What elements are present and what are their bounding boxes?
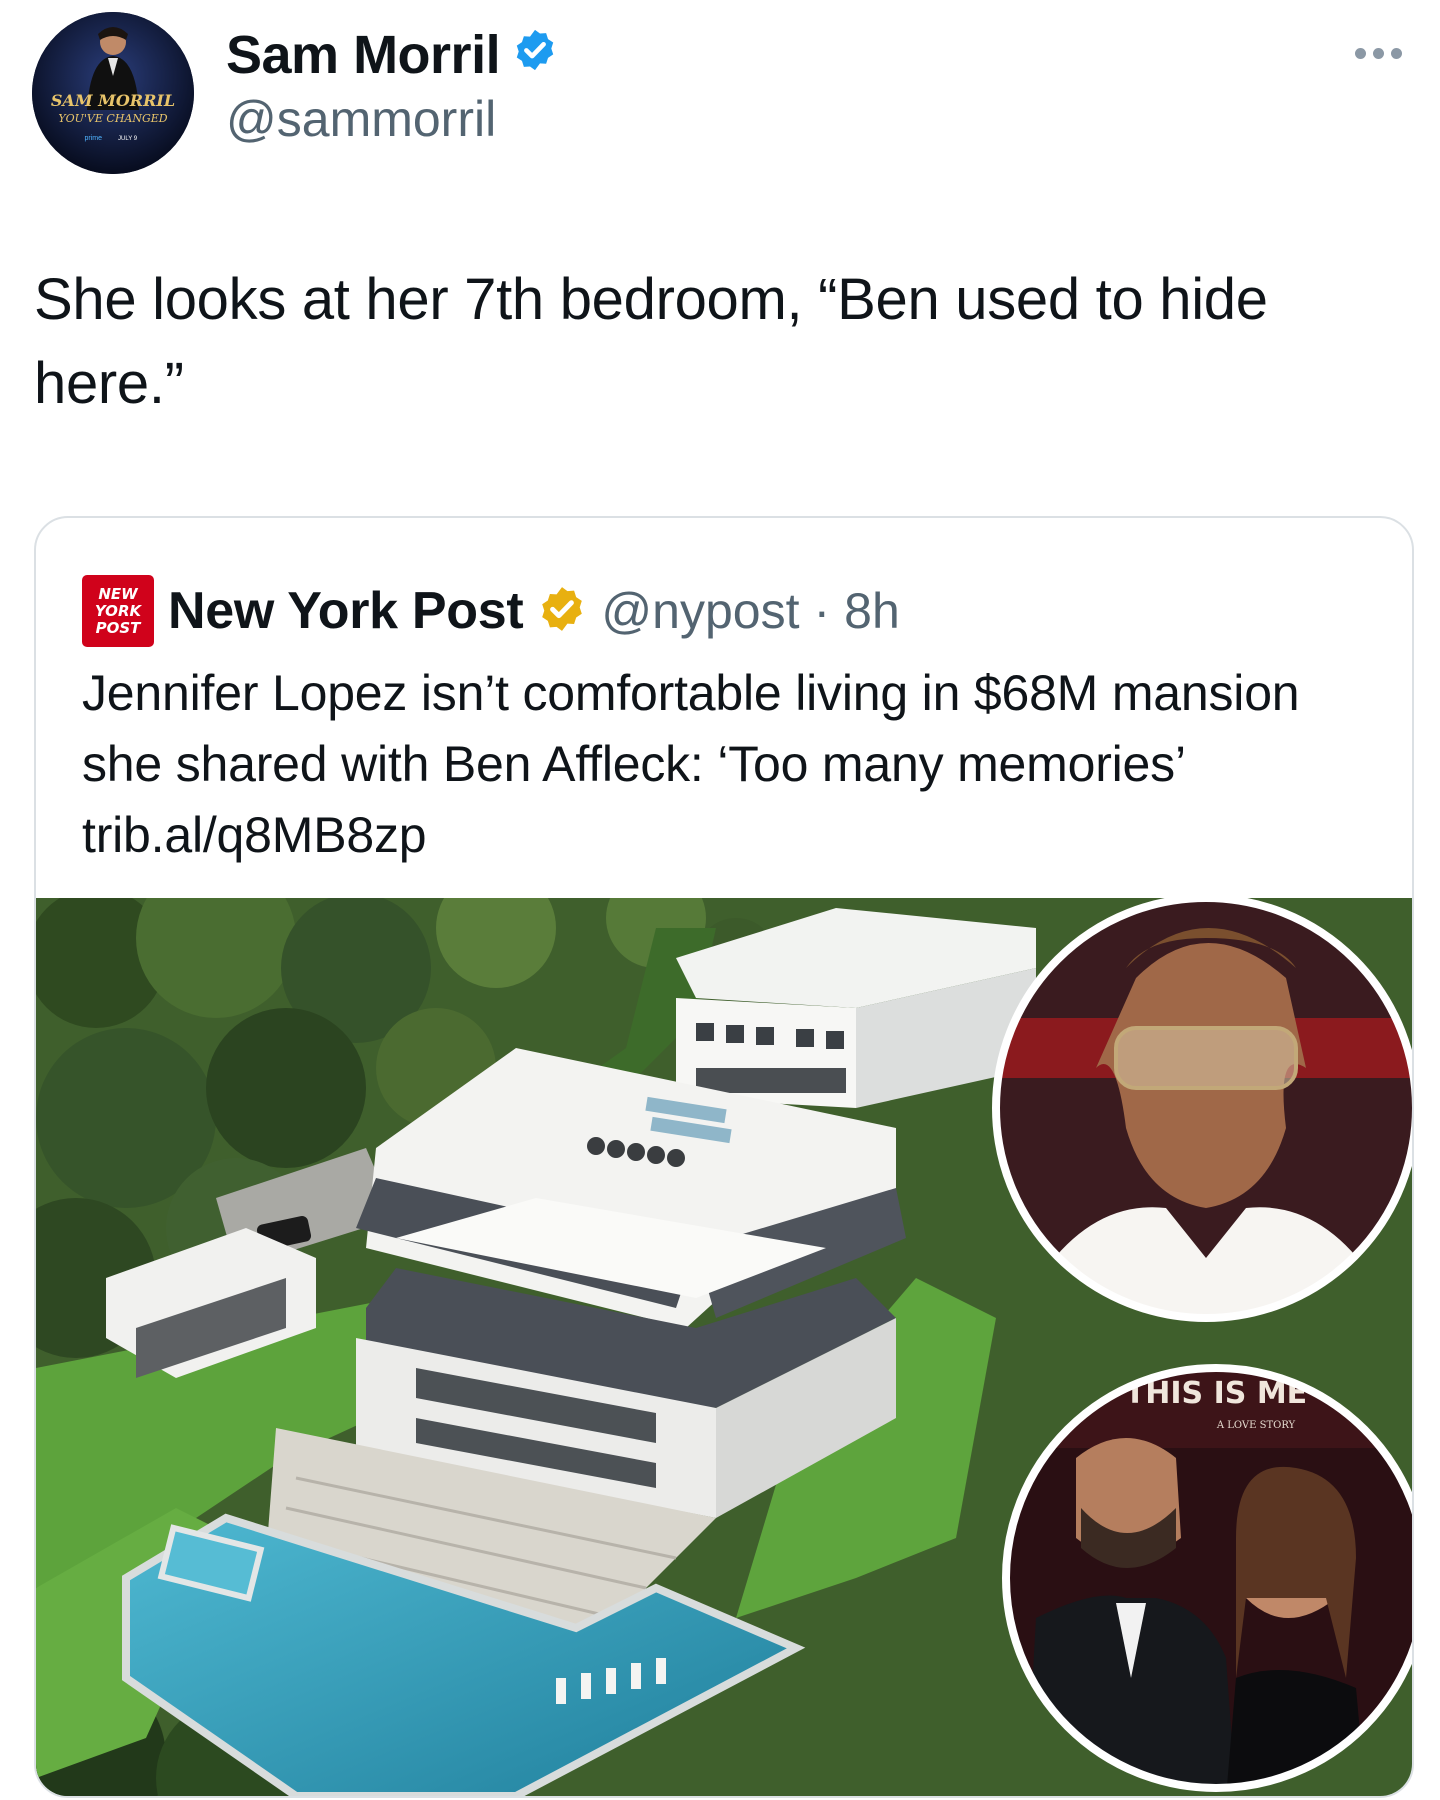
author-handle[interactable]: @sammorril <box>226 90 496 148</box>
nypost-logo-avatar[interactable]: NEW YORK POST <box>82 575 154 647</box>
author-name-row[interactable]: Sam Morril <box>226 24 558 86</box>
quoted-author-handle[interactable]: @nypost <box>601 582 799 640</box>
nypost-logo-word-1: NEW <box>98 585 139 603</box>
quoted-tweet-image[interactable]: THIS IS ME A LOVE STORY <box>36 898 1412 1796</box>
nypost-logo-word-3: POST <box>96 619 143 637</box>
nypost-logo-word-2: YORK <box>95 602 143 620</box>
quoted-author-name[interactable]: New York Post <box>168 581 524 641</box>
tweet-text: She looks at her 7th bedroom, “Ben used … <box>34 267 1268 416</box>
event-backdrop-subtext: A LOVE STORY <box>1216 1420 1296 1431</box>
avatar-prime-text: prime <box>84 135 102 142</box>
author-avatar[interactable]: SAM MORRIL YOU'VE CHANGED prime JULY 9 <box>32 12 194 174</box>
avatar-title-text: SAM MORRIL <box>51 91 175 110</box>
quoted-tweet-text: Jennifer Lopez isn’t comfortable living … <box>82 665 1300 863</box>
avatar-date-text: JULY 9 <box>118 136 138 142</box>
author-name[interactable]: Sam Morril <box>226 24 501 86</box>
more-options-icon[interactable] <box>1345 38 1412 69</box>
verified-badge-icon <box>512 24 558 86</box>
quoted-tweet-header: NEW YORK POST New York Post @nypost · 8h <box>82 568 900 654</box>
quoted-tweet-card[interactable]: NEW YORK POST New York Post @nypost · 8h… <box>34 516 1414 1798</box>
quoted-timestamp[interactable]: 8h <box>844 582 900 640</box>
avatar-subtitle-text: YOU'VE CHANGED <box>58 112 167 125</box>
separator-dot: · <box>813 583 831 639</box>
gold-verified-badge-icon <box>537 584 587 639</box>
